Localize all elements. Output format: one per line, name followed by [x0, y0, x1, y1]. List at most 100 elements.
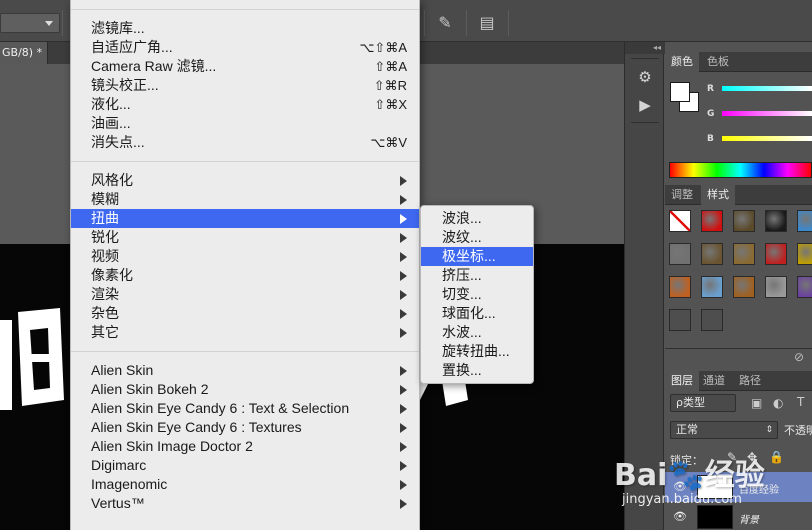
- watermark-logo: Bai🐾经验: [614, 458, 765, 493]
- menu-item[interactable]: 自适应广角... ⌥⇧⌘A: [71, 38, 419, 57]
- menu-item[interactable]: Digimarc: [71, 456, 419, 475]
- submenu-item[interactable]: 旋转扭曲...: [421, 342, 533, 361]
- style-swatch[interactable]: [797, 276, 812, 298]
- menu-item[interactable]: 滤镜库...: [71, 19, 419, 38]
- menu-item[interactable]: Alien Skin Bokeh 2: [71, 380, 419, 399]
- submenu-arrow-icon: [400, 309, 407, 319]
- menu-item-label: 镜头校正...: [91, 77, 159, 93]
- menu-item[interactable]: Alien Skin: [71, 361, 419, 380]
- chevron-down-icon: [45, 21, 53, 26]
- submenu-item[interactable]: 挤压...: [421, 266, 533, 285]
- document-icon[interactable]: ▤: [476, 12, 498, 34]
- menu-item[interactable]: 消失点... ⌥⌘V: [71, 133, 419, 152]
- channel-slider-b[interactable]: [722, 136, 812, 141]
- tab-swatches[interactable]: 色板: [701, 52, 735, 72]
- layer-filter-select[interactable]: ρ类型: [670, 394, 736, 412]
- menu-item[interactable]: 视频: [71, 247, 419, 266]
- lock-all-icon[interactable]: 🔒: [769, 450, 784, 464]
- menu-item[interactable]: Alien Skin Image Doctor 2: [71, 437, 419, 456]
- adjustment-filter-icon[interactable]: ◐: [773, 396, 783, 410]
- menu-item[interactable]: 风格化: [71, 171, 419, 190]
- menu-item-label: Imagenomic: [91, 476, 168, 492]
- style-swatch[interactable]: [733, 276, 755, 298]
- tab-paths[interactable]: 路径: [733, 371, 767, 391]
- type-filter-icon[interactable]: T: [797, 395, 804, 409]
- menu-item[interactable]: 杂色: [71, 304, 419, 323]
- layer-thumbnail: [697, 505, 733, 529]
- menu-item[interactable]: 其它: [71, 323, 419, 342]
- menu-item[interactable]: 液化... ⇧⌘X: [71, 95, 419, 114]
- style-swatch[interactable]: [765, 243, 787, 265]
- submenu-item[interactable]: 水波...: [421, 323, 533, 342]
- submenu-arrow-icon: [400, 385, 407, 395]
- menu-item[interactable]: 锐化: [71, 228, 419, 247]
- menu-item[interactable]: 扭曲: [71, 209, 419, 228]
- filter-menu: 滤镜库... 自适应广角... ⌥⇧⌘A Camera Raw 滤镜... ⇧⌘A 镜头校…: [70, 0, 420, 530]
- submenu-item[interactable]: 球面化...: [421, 304, 533, 323]
- tool-preset-dropdown[interactable]: [0, 13, 60, 33]
- tab-channels[interactable]: 通道: [697, 371, 731, 391]
- menu-item[interactable]: 模糊: [71, 190, 419, 209]
- submenu-arrow-icon: [400, 442, 407, 452]
- menu-item[interactable]: 像素化: [71, 266, 419, 285]
- menu-item-shortcut: ⇧⌘X: [374, 97, 407, 112]
- menu-item-label: Camera Raw 滤镜...: [91, 58, 217, 74]
- image-filter-icon[interactable]: ▣: [751, 396, 762, 410]
- watermark-url: jingyan.baidu.com: [622, 492, 742, 507]
- menu-item[interactable]: Imagenomic: [71, 475, 419, 494]
- style-swatch[interactable]: [765, 210, 787, 232]
- style-swatch[interactable]: [669, 276, 691, 298]
- style-swatch[interactable]: [669, 309, 691, 331]
- menu-item[interactable]: Camera Raw 滤镜... ⇧⌘A: [71, 57, 419, 76]
- menu-item-label: Alien Skin Image Doctor 2: [91, 438, 253, 454]
- submenu-item[interactable]: 切变...: [421, 285, 533, 304]
- menu-item-label: Alien Skin Eye Candy 6 : Textures: [91, 419, 302, 435]
- collapse-handle[interactable]: ◂◂: [625, 42, 665, 54]
- menu-item[interactable]: 油画...: [71, 114, 419, 133]
- channel-slider-g[interactable]: [722, 111, 812, 116]
- submenu-arrow-icon: [400, 404, 407, 414]
- submenu-arrow-icon: [400, 461, 407, 471]
- tab-layers[interactable]: 图层: [665, 371, 699, 391]
- foreground-color-swatch[interactable]: [670, 82, 690, 102]
- menu-item-label: 其它: [91, 324, 119, 340]
- menu-item[interactable]: Alien Skin Eye Candy 6 : Text & Selectio…: [71, 399, 419, 418]
- tab-styles[interactable]: 样式: [701, 185, 735, 205]
- style-swatch[interactable]: [669, 243, 691, 265]
- color-spectrum-ramp[interactable]: [669, 162, 812, 178]
- submenu-arrow-icon: [400, 233, 407, 243]
- style-swatch[interactable]: [669, 210, 691, 232]
- play-action-icon[interactable]: ▶: [634, 94, 656, 116]
- style-swatch[interactable]: [733, 243, 755, 265]
- style-swatch[interactable]: [797, 210, 812, 232]
- submenu-item[interactable]: 置换...: [421, 361, 533, 380]
- submenu-item[interactable]: 波纹...: [421, 228, 533, 247]
- style-swatch[interactable]: [701, 210, 723, 232]
- blend-mode-select[interactable]: 正常 ⇕: [670, 421, 778, 439]
- tab-adjustments[interactable]: 调整: [665, 185, 699, 205]
- menu-item[interactable]: Alien Skin Eye Candy 6 : Textures: [71, 418, 419, 437]
- style-swatch[interactable]: [701, 243, 723, 265]
- history-icon[interactable]: ⚙: [634, 66, 656, 88]
- document-tab[interactable]: GB/8) *: [0, 42, 48, 64]
- style-swatch[interactable]: [765, 276, 787, 298]
- submenu-item[interactable]: 波浪...: [421, 209, 533, 228]
- style-swatch[interactable]: [733, 210, 755, 232]
- submenu-arrow-icon: [400, 423, 407, 433]
- menu-item[interactable]: 镜头校正... ⇧⌘R: [71, 76, 419, 95]
- visibility-eye-icon[interactable]: 👁: [673, 510, 687, 523]
- submenu-arrow-icon: [400, 271, 407, 281]
- pen-icon[interactable]: ✎: [434, 12, 456, 34]
- style-swatch[interactable]: [797, 243, 812, 265]
- no-style-icon[interactable]: ⊘: [794, 350, 804, 364]
- menu-item[interactable]: 渲染: [71, 285, 419, 304]
- submenu-arrow-icon: [400, 176, 407, 186]
- menu-item[interactable]: Vertus™: [71, 494, 419, 513]
- style-swatch[interactable]: [701, 309, 723, 331]
- tab-color[interactable]: 颜色: [665, 52, 699, 72]
- submenu-item[interactable]: 极坐标...: [421, 247, 533, 266]
- channel-slider-r[interactable]: [722, 86, 812, 91]
- style-swatch[interactable]: [701, 276, 723, 298]
- styles-footer: ⊘: [665, 348, 812, 364]
- submenu-arrow-icon: [400, 252, 407, 262]
